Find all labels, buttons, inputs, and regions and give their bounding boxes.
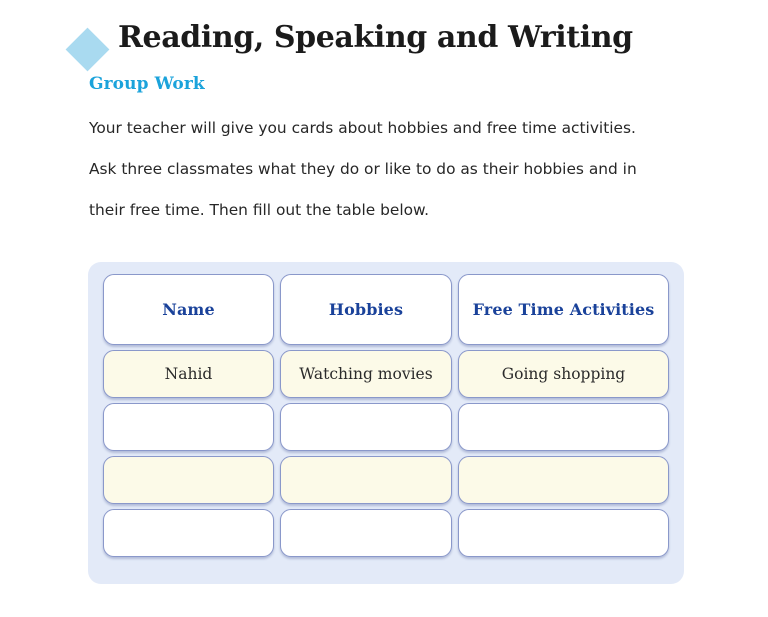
table-cell-free-time-activities[interactable]: [458, 403, 669, 451]
page-header: Reading, Speaking and Writing: [0, 14, 768, 72]
column-header-label: Name: [162, 300, 215, 319]
table-cell-hobbies[interactable]: [280, 509, 452, 557]
table-cell-name[interactable]: Nahid: [103, 350, 274, 398]
table-row: [103, 509, 670, 557]
table-cell-hobbies[interactable]: [280, 403, 452, 451]
table-cell-hobbies[interactable]: [280, 456, 452, 504]
table-cell-hobbies[interactable]: Watching movies: [280, 350, 452, 398]
table-row: Nahid Watching movies Going shopping: [103, 350, 670, 398]
table-header-row: Name Hobbies Free Time Activities: [103, 274, 670, 345]
page-title: Reading, Speaking and Writing: [118, 20, 633, 55]
instruction-line: Ask three classmates what they do or lik…: [89, 160, 637, 178]
table-header-cell-name: Name: [103, 274, 274, 345]
table-row: [103, 456, 670, 504]
table-cell-free-time-activities[interactable]: [458, 456, 669, 504]
cell-value: Going shopping: [501, 365, 626, 383]
instructions-paragraph: Your teacher will give you cards about h…: [89, 108, 729, 231]
instruction-line: their free time. Then fill out the table…: [89, 201, 430, 219]
column-header-label: Free Time Activities: [472, 300, 655, 319]
cell-value: Watching movies: [299, 365, 433, 383]
table-cell-name[interactable]: [103, 403, 274, 451]
table-header-cell-hobbies: Hobbies: [280, 274, 452, 345]
table-row: [103, 403, 670, 451]
table-cell-free-time-activities[interactable]: [458, 509, 669, 557]
diamond-icon: [65, 27, 110, 72]
table-cell-name[interactable]: [103, 509, 274, 557]
section-subheading: Group Work: [89, 74, 205, 94]
table-cell-free-time-activities[interactable]: Going shopping: [458, 350, 669, 398]
table-cell-name[interactable]: [103, 456, 274, 504]
instruction-line: Your teacher will give you cards about h…: [89, 119, 636, 137]
table-header-cell-free-time-activities: Free Time Activities: [458, 274, 669, 345]
column-header-label: Hobbies: [328, 300, 404, 319]
worksheet-table: Name Hobbies Free Time Activities Nahid …: [88, 262, 684, 584]
cell-value: Nahid: [164, 365, 213, 383]
